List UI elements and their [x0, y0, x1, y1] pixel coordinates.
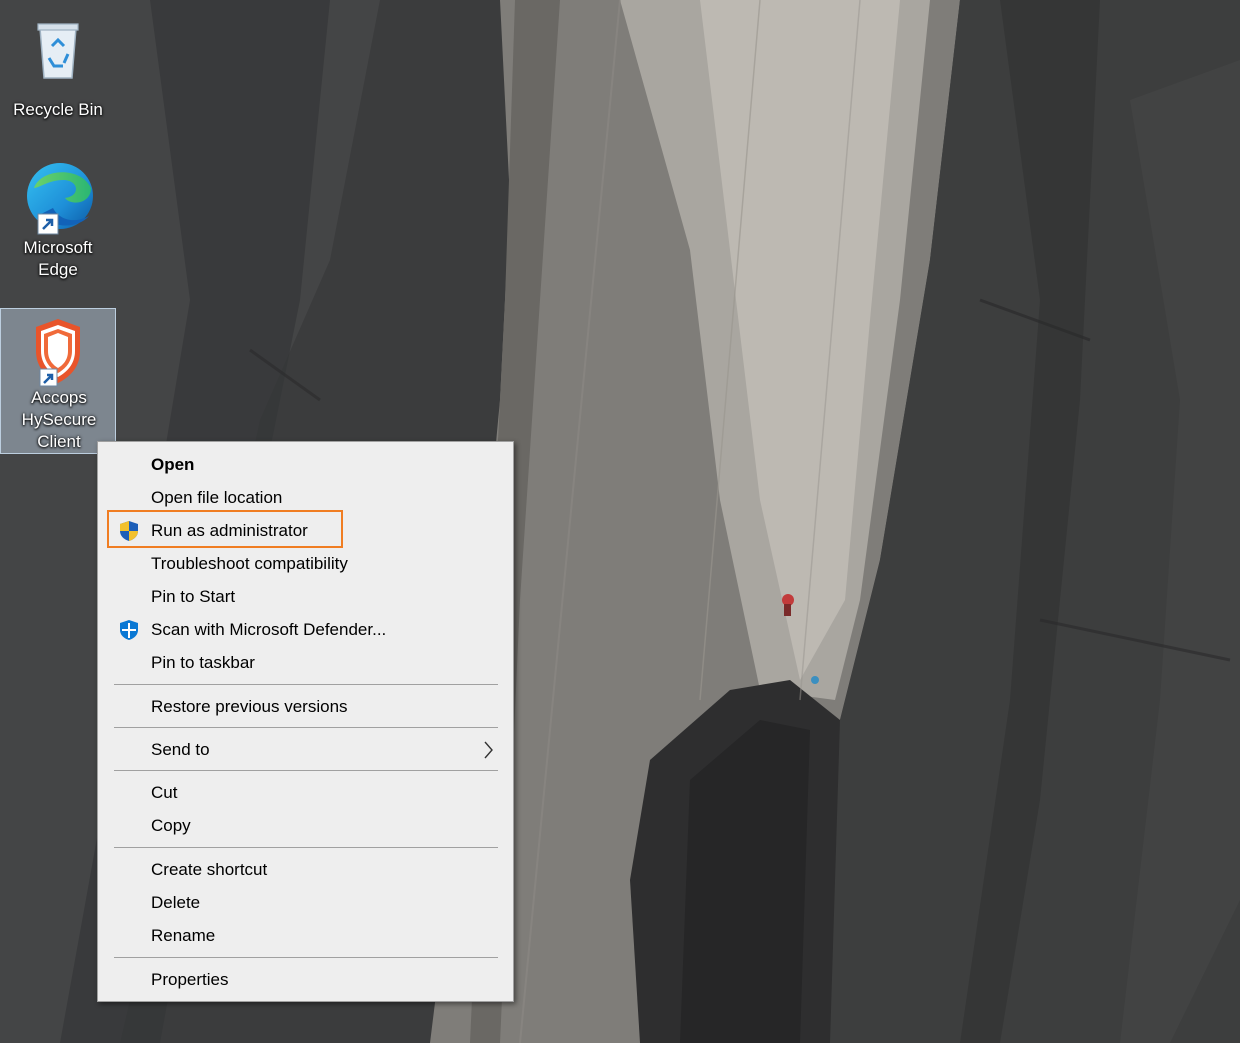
- menu-item-label: Run as administrator: [151, 521, 308, 540]
- menu-item-pin-to-start[interactable]: Pin to Start: [102, 581, 507, 612]
- menu-item-label: Cut: [151, 783, 178, 802]
- menu-item-label: Properties: [151, 970, 229, 989]
- menu-item-delete[interactable]: Delete: [102, 887, 507, 918]
- menu-item-open-file-location[interactable]: Open file location: [102, 482, 507, 513]
- edge-label: Microsoft Edge: [23, 238, 93, 279]
- menu-item-label: Open: [151, 455, 195, 474]
- edge-icon: [27, 163, 93, 235]
- menu-item-open[interactable]: Open: [102, 449, 507, 480]
- desktop-icon-microsoft-edge[interactable]: Microsoft Edge: [0, 158, 116, 288]
- menu-separator: [114, 727, 498, 728]
- desktop-icon-recycle-bin[interactable]: Recycle Bin: [0, 10, 116, 120]
- menu-item-label: Scan with Microsoft Defender...: [151, 620, 387, 639]
- menu-item-label: Create shortcut: [151, 860, 268, 879]
- menu-separator: [114, 770, 498, 771]
- menu-separator: [114, 847, 498, 848]
- desktop[interactable]: Recycle Bin Microsoft Edge Accops HySecu…: [0, 0, 1240, 1043]
- accops-shield-icon: [36, 319, 80, 387]
- chevron-right-icon: [484, 741, 493, 759]
- menu-item-rename[interactable]: Rename: [102, 920, 507, 951]
- desktop-icon-accops-hysecure-client[interactable]: Accops HySecure Client: [0, 308, 116, 454]
- menu-item-troubleshoot-compatibility[interactable]: Troubleshoot compatibility: [102, 548, 507, 579]
- menu-item-label: Restore previous versions: [151, 697, 348, 716]
- uac-shield-icon: [120, 521, 138, 541]
- recycle-bin-label: Recycle Bin: [13, 100, 103, 119]
- menu-item-properties[interactable]: Properties: [102, 964, 507, 995]
- menu-item-cut[interactable]: Cut: [102, 777, 507, 808]
- menu-separator: [114, 957, 498, 958]
- menu-item-label: Pin to taskbar: [151, 653, 255, 672]
- menu-item-label: Send to: [151, 740, 210, 759]
- menu-item-label: Rename: [151, 926, 216, 945]
- menu-item-label: Copy: [151, 816, 191, 835]
- menu-item-label: Open file location: [151, 488, 283, 507]
- defender-icon: [120, 620, 138, 640]
- menu-separator: [114, 684, 498, 685]
- context-menu: Open Open file location Run as administr…: [97, 441, 514, 1002]
- menu-item-label: Delete: [151, 893, 201, 912]
- menu-item-send-to[interactable]: Send to: [102, 734, 507, 765]
- menu-item-copy[interactable]: Copy: [102, 810, 507, 841]
- menu-item-label: Troubleshoot compatibility: [151, 554, 348, 573]
- recycle-bin-icon: [37, 23, 79, 79]
- menu-item-pin-to-taskbar[interactable]: Pin to taskbar: [102, 647, 507, 678]
- menu-item-restore-previous-versions[interactable]: Restore previous versions: [102, 691, 507, 722]
- menu-item-create-shortcut[interactable]: Create shortcut: [102, 854, 507, 885]
- menu-item-run-as-administrator[interactable]: Run as administrator: [102, 515, 507, 546]
- menu-item-scan-with-defender[interactable]: Scan with Microsoft Defender...: [102, 614, 507, 645]
- menu-item-label: Pin to Start: [151, 587, 236, 606]
